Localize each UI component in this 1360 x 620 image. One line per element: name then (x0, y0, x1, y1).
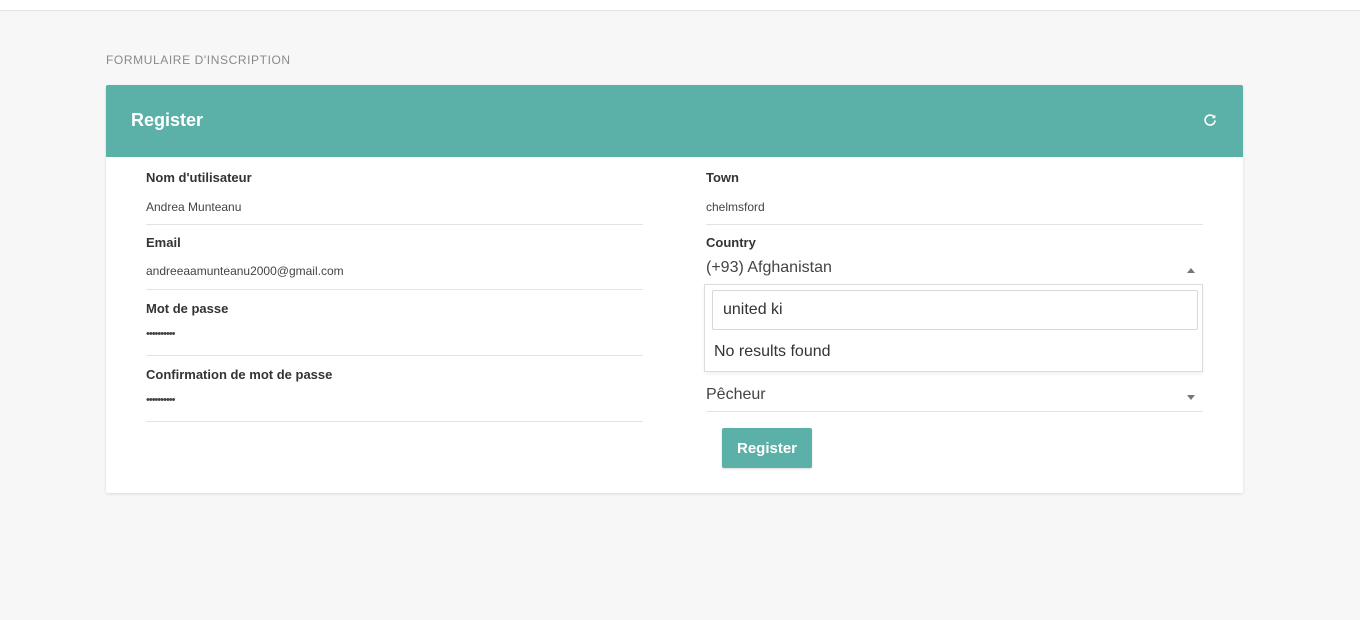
register-button[interactable]: Register (722, 428, 812, 468)
email-field[interactable]: Email andreeaamunteanu2000@gmail.com (146, 233, 643, 290)
password-label: Mot de passe (146, 301, 229, 316)
country-dropdown: No results found (704, 284, 1203, 372)
country-search-input[interactable] (712, 290, 1198, 330)
chevron-up-icon[interactable] (1187, 268, 1195, 273)
confirm-password-value[interactable]: •••••••••• (146, 394, 175, 406)
password-value[interactable]: •••••••••• (146, 328, 175, 340)
confirm-password-label: Confirmation de mot de passe (146, 367, 333, 382)
no-results-message: No results found (714, 343, 831, 360)
town-label: Town (706, 170, 739, 185)
password-field[interactable]: Mot de passe •••••••••• (146, 299, 643, 356)
refresh-icon[interactable] (1202, 112, 1218, 128)
username-value[interactable]: Andrea Munteanu (146, 200, 241, 214)
town-field[interactable]: Town chelmsford (706, 168, 1203, 225)
town-value[interactable]: chelmsford (706, 200, 765, 214)
functions-select[interactable]: Pêcheur (706, 372, 1203, 412)
card-title: Register (131, 110, 204, 130)
confirm-password-field[interactable]: Confirmation de mot de passe •••••••••• (146, 365, 643, 422)
country-selected[interactable]: (+93) Afghanistan (706, 259, 832, 277)
functions-selected[interactable]: Pêcheur (706, 386, 766, 404)
section-title: FORMULAIRE D'INSCRIPTION (106, 53, 291, 67)
email-label: Email (146, 235, 181, 250)
email-value[interactable]: andreeaamunteanu2000@gmail.com (146, 264, 344, 278)
username-label: Nom d'utilisateur (146, 170, 252, 185)
chevron-down-icon[interactable] (1187, 395, 1195, 400)
top-bar (0, 0, 1360, 11)
username-field[interactable]: Nom d'utilisateur Andrea Munteanu (146, 168, 643, 225)
card-header: Register (106, 85, 1243, 157)
country-select[interactable]: Country (+93) Afghanistan (706, 233, 1203, 281)
country-label: Country (706, 235, 756, 250)
